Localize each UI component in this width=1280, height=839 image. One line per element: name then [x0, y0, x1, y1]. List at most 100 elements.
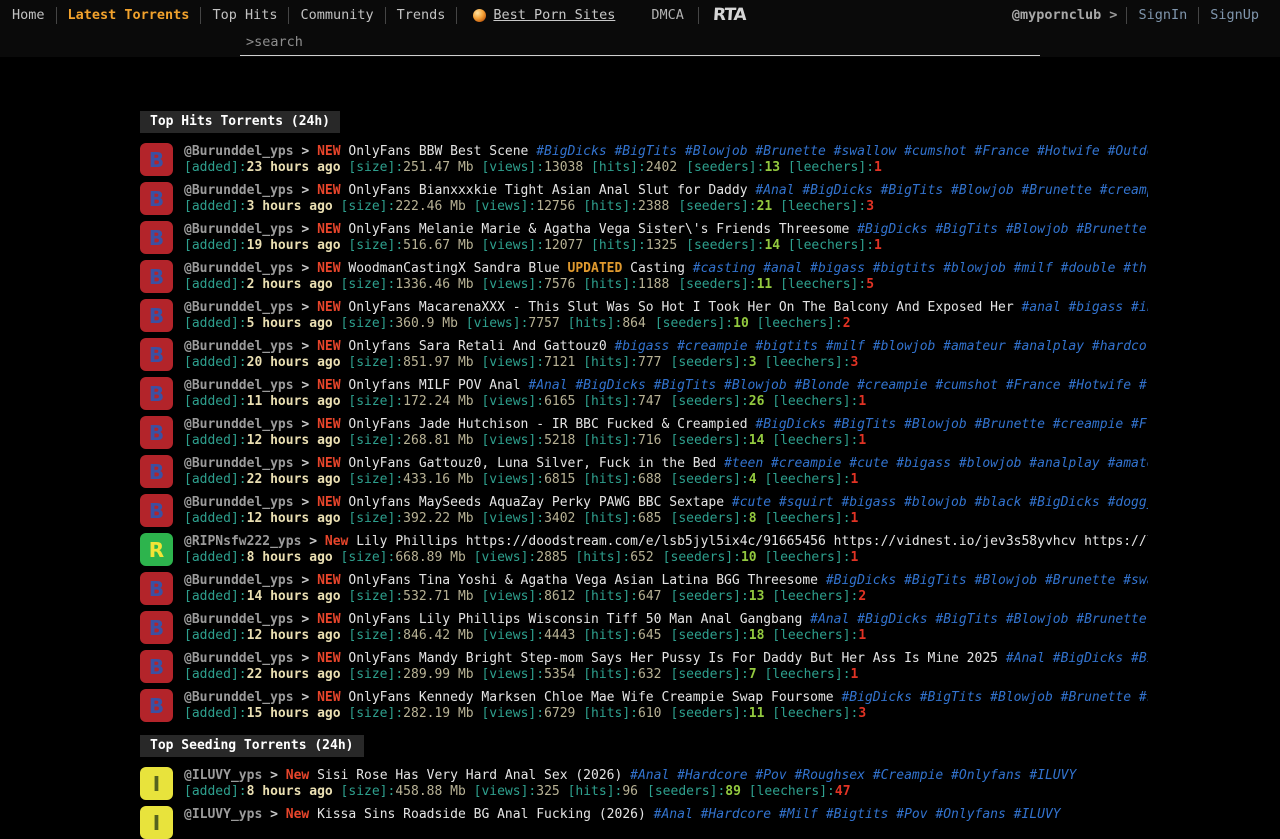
nav-item-trends[interactable]: Trends [397, 7, 446, 23]
nav-item-home[interactable]: Home [12, 7, 45, 23]
torrent-user[interactable]: @Burunddel_yps [184, 339, 294, 354]
torrent-tags[interactable]: #casting #anal #bigass #bigtits #blowjob… [693, 261, 1148, 276]
seeders-value: 4 [749, 472, 757, 487]
user-avatar[interactable]: I [140, 767, 173, 800]
torrent-title-line[interactable]: @Burunddel_yps > NEW OnlyFans MacarenaXX… [184, 299, 1148, 316]
signin-link[interactable]: SignIn [1138, 7, 1187, 23]
torrent-tags[interactable]: #Anal #BigDicks #BigTits #Blowjob #Blond… [528, 378, 1148, 393]
torrent-title[interactable]: OnlyFans Tina Yoshi & Agatha Vega Asian … [348, 573, 818, 588]
user-avatar[interactable]: B [140, 572, 173, 605]
torrent-tags[interactable]: #bigass #creampie #bigtits #milf #blowjo… [614, 339, 1148, 354]
account-handle[interactable]: @mypornclub [1012, 7, 1101, 23]
dmca-link[interactable]: DMCA [651, 7, 684, 23]
torrent-title-line[interactable]: @ILUVY_yps > New Kissa Sins Roadside BG … [184, 806, 1148, 823]
torrent-tags[interactable]: #BigDicks #BigTits #Blowjob #Brunette #c… [755, 417, 1148, 432]
torrent-user[interactable]: @Burunddel_yps [184, 651, 294, 666]
torrent-user[interactable]: @Burunddel_yps [184, 612, 294, 627]
torrent-title-line[interactable]: @Burunddel_yps > NEW OnlyFans Gattouz0, … [184, 455, 1148, 472]
torrent-user[interactable]: @RIPNsfw222_yps [184, 534, 301, 549]
user-avatar[interactable]: B [140, 182, 173, 215]
torrent-tags[interactable]: #BigDicks #BigTits #Blowjob #Brunette #s… [841, 690, 1148, 705]
user-avatar[interactable]: B [140, 338, 173, 371]
torrent-tags[interactable]: #BigDicks #BigTits #Blowjob #Brunette #s… [536, 144, 1148, 159]
user-avatar[interactable]: B [140, 416, 173, 449]
user-avatar[interactable]: B [140, 143, 173, 176]
torrent-user[interactable]: @Burunddel_yps [184, 261, 294, 276]
torrent-tags[interactable]: #Anal #Hardcore #Milf #Bigtits #Pov #Onl… [654, 807, 1061, 822]
user-avatar[interactable]: B [140, 260, 173, 293]
torrent-user[interactable]: @Burunddel_yps [184, 573, 294, 588]
torrent-user[interactable]: @Burunddel_yps [184, 495, 294, 510]
torrent-user[interactable]: @ILUVY_yps [184, 768, 262, 783]
user-avatar[interactable]: B [140, 377, 173, 410]
torrent-title[interactable]: Sisi Rose Has Very Hard Anal Sex (2026) [317, 768, 622, 783]
torrent-title-line[interactable]: @Burunddel_yps > NEW OnlyFans Lily Phill… [184, 611, 1148, 628]
torrent-title-line[interactable]: @Burunddel_yps > NEW Onlyfans Sara Retal… [184, 338, 1148, 355]
torrent-tags[interactable]: #cute #squirt #bigass #blowjob #black #B… [732, 495, 1148, 510]
torrent-tags[interactable]: #Anal #Hardcore #Pov #Roughsex #Creampie… [630, 768, 1076, 783]
torrent-user[interactable]: @Burunddel_yps [184, 417, 294, 432]
torrent-title-line[interactable]: @RIPNsfw222_yps > New Lily Phillips http… [184, 533, 1148, 550]
torrent-title[interactable]: OnlyFans Kennedy Marksen Chloe Mae Wife … [348, 690, 833, 705]
user-avatar[interactable]: R [140, 533, 173, 566]
torrent-title[interactable]: Onlyfans MaySeeds AquaZay Perky PAWG BBC… [348, 495, 724, 510]
torrent-tags[interactable]: #anal #bigass #interrac… [1021, 300, 1148, 315]
torrent-title[interactable]: Casting [630, 261, 685, 276]
torrent-tags[interactable]: #Anal #BigDicks #BigTits #Blowjob #Brune… [810, 612, 1148, 627]
user-avatar[interactable]: B [140, 494, 173, 527]
torrent-title-line[interactable]: @Burunddel_yps > NEW WoodmanCastingX San… [184, 260, 1148, 277]
nav-item-latest-torrents[interactable]: Latest Torrents [68, 7, 190, 23]
nav-item-community[interactable]: Community [300, 7, 373, 23]
torrent-title[interactable]: OnlyFans Bianxxxkie Tight Asian Anal Slu… [348, 183, 747, 198]
best-porn-sites-link[interactable]: Best Porn Sites [473, 7, 615, 23]
torrent-title[interactable]: OnlyFans Gattouz0, Luna Silver, Fuck in … [348, 456, 716, 471]
torrent-user[interactable]: @Burunddel_yps [184, 144, 294, 159]
torrent-title[interactable]: OnlyFans Lily Phillips Wisconsin Tiff 50… [348, 612, 802, 627]
torrent-title[interactable]: WoodmanCastingX Sandra Blue [348, 261, 559, 276]
torrent-title-line[interactable]: @Burunddel_yps > NEW Onlyfans MILF POV A… [184, 377, 1148, 394]
torrent-title-line[interactable]: @Burunddel_yps > NEW OnlyFans Mandy Brig… [184, 650, 1148, 667]
added-label: [added]: [184, 199, 247, 214]
hits-value: 96 [622, 784, 638, 799]
torrent-tags[interactable]: #Anal #BigDicks #BigTits #Blowjob #Brune… [755, 183, 1148, 198]
torrent-user[interactable]: @Burunddel_yps [184, 222, 294, 237]
torrent-title[interactable]: Kissa Sins Roadside BG Anal Fucking (202… [317, 807, 646, 822]
nav-item-top-hits[interactable]: Top Hits [212, 7, 277, 23]
user-avatar[interactable]: I [140, 806, 173, 839]
torrent-title[interactable]: OnlyFans Jade Hutchison - IR BBC Fucked … [348, 417, 747, 432]
user-avatar[interactable]: B [140, 299, 173, 332]
torrent-title[interactable]: Onlyfans Sara Retali And Gattouz0 [348, 339, 606, 354]
torrent-title-line[interactable]: @Burunddel_yps > NEW OnlyFans Tina Yoshi… [184, 572, 1148, 589]
user-avatar[interactable]: B [140, 650, 173, 683]
torrent-title-line[interactable]: @Burunddel_yps > NEW OnlyFans Melanie Ma… [184, 221, 1148, 238]
torrent-title[interactable]: OnlyFans Mandy Bright Step-mom Says Her … [348, 651, 998, 666]
signup-link[interactable]: SignUp [1210, 7, 1259, 23]
torrent-user[interactable]: @Burunddel_yps [184, 456, 294, 471]
torrent-user[interactable]: @Burunddel_yps [184, 300, 294, 315]
torrent-user[interactable]: @Burunddel_yps [184, 378, 294, 393]
torrent-title-line[interactable]: @Burunddel_yps > NEW OnlyFans Kennedy Ma… [184, 689, 1148, 706]
torrent-tags[interactable]: #Anal #BigDicks #BigTits … [1006, 651, 1148, 666]
torrent-title[interactable]: Lily Phillips https://doodstream.com/e/l… [356, 534, 1148, 549]
user-avatar[interactable]: B [140, 221, 173, 254]
torrent-title-line[interactable]: @Burunddel_yps > NEW OnlyFans BBW Best S… [184, 143, 1148, 160]
torrent-title[interactable]: Onlyfans MILF POV Anal [348, 378, 520, 393]
torrent-tags[interactable]: #teen #creampie #cute #bigass #blowjob #… [724, 456, 1148, 471]
torrent-tags[interactable]: #BigDicks #BigTits #Blowjob #Brunette #s… [826, 573, 1148, 588]
search-input[interactable] [240, 31, 1040, 56]
user-avatar[interactable]: B [140, 689, 173, 722]
torrent-title-line[interactable]: @Burunddel_yps > NEW OnlyFans Bianxxxkie… [184, 182, 1148, 199]
torrent-title[interactable]: OnlyFans Melanie Marie & Agatha Vega Sis… [348, 222, 849, 237]
torrent-user[interactable]: @Burunddel_yps [184, 183, 294, 198]
torrent-title[interactable]: OnlyFans BBW Best Scene [348, 144, 528, 159]
torrent-title[interactable]: OnlyFans MacarenaXXX - This Slut Was So … [348, 300, 1013, 315]
torrent-user[interactable]: @ILUVY_yps [184, 807, 262, 822]
added-value: 8 hours ago [247, 784, 333, 799]
torrent-title-line[interactable]: @Burunddel_yps > NEW Onlyfans MaySeeds A… [184, 494, 1148, 511]
torrent-user[interactable]: @Burunddel_yps [184, 690, 294, 705]
torrent-title-line[interactable]: @Burunddel_yps > NEW OnlyFans Jade Hutch… [184, 416, 1148, 433]
user-avatar[interactable]: B [140, 611, 173, 644]
torrent-title-line[interactable]: @ILUVY_yps > New Sisi Rose Has Very Hard… [184, 767, 1148, 784]
torrent-tags[interactable]: #BigDicks #BigTits #Blowjob #Brunette #s… [857, 222, 1148, 237]
user-avatar[interactable]: B [140, 455, 173, 488]
